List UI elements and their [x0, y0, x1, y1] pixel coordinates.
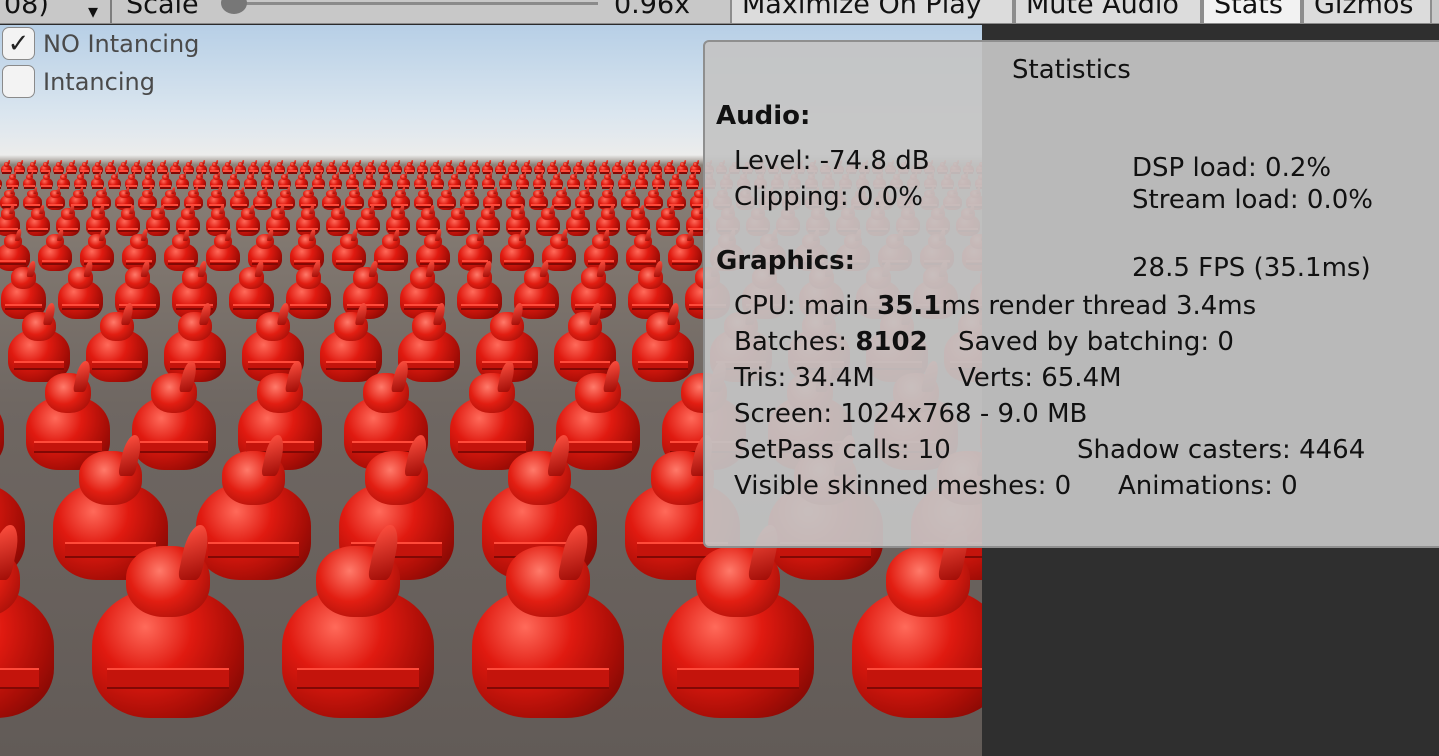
screen-stat: Screen: 1024x768 - 9.0 MB	[734, 399, 1088, 429]
cpu-stats: CPU: main 35.1ms render thread 3.4ms	[734, 293, 1256, 319]
chevron-down-icon[interactable]: ▾	[88, 0, 98, 23]
red-robot-figure	[643, 525, 833, 735]
audio-heading: Audio:	[716, 101, 811, 131]
mute-audio-button[interactable]: Mute Audio	[1014, 0, 1202, 23]
audio-level: Level: -74.8 dB	[734, 146, 930, 176]
red-robot-figure	[453, 525, 643, 735]
statistics-panel: Statistics Audio: Level: -74.8 dB Clippi…	[703, 40, 1439, 548]
red-robot-figure	[73, 525, 263, 735]
red-robot-figure	[0, 525, 73, 735]
dsp-load: DSP load: 0.2%	[1132, 153, 1332, 183]
scale-slider-handle[interactable]	[221, 0, 247, 14]
setpass-calls: SetPass calls: 10	[734, 435, 951, 465]
game-view-toolbar: 08) ▾ Scale 0.96x Maximize On Play Mute …	[0, 0, 1439, 24]
no-instancing-label: NO Intancing	[43, 29, 200, 58]
crowd-row	[0, 525, 982, 735]
batches-stat: Batches: 8102	[734, 329, 928, 355]
scale-value: 0.96x	[614, 0, 691, 20]
toolbar-divider	[110, 0, 112, 23]
graphics-heading: Graphics:	[716, 246, 856, 276]
scale-slider[interactable]	[221, 0, 598, 14]
checkmark-icon: ✓	[7, 28, 30, 59]
cpu-prefix: CPU: main	[734, 291, 878, 321]
saved-by-batching: Saved by batching: 0	[958, 327, 1234, 357]
visible-skinned-meshes: Visible skinned meshes: 0	[734, 471, 1072, 501]
resolution-dropdown[interactable]: 08)	[4, 0, 49, 23]
cpu-main-value: 35.1	[877, 291, 942, 321]
no-instancing-checkbox[interactable]: ✓	[2, 27, 35, 60]
instancing-checkbox[interactable]	[2, 65, 35, 98]
red-robot-figure	[263, 525, 453, 735]
no-instancing-toggle[interactable]: ✓ NO Intancing	[2, 27, 199, 60]
instancing-toggle[interactable]: Intancing	[2, 65, 155, 98]
verts-stat: Verts: 65.4M	[958, 363, 1122, 393]
animations-stat: Animations: 0	[1118, 471, 1298, 501]
fps-readout: 28.5 FPS (35.1ms)	[1132, 253, 1371, 283]
red-robot-figure	[833, 525, 982, 735]
shadow-casters: Shadow casters: 4464	[1077, 435, 1366, 465]
cpu-suffix: ms render thread 3.4ms	[941, 291, 1257, 321]
stream-load: Stream load: 0.0%	[1132, 185, 1373, 215]
batches-prefix: Batches:	[734, 327, 856, 357]
stats-button[interactable]: Stats	[1202, 0, 1302, 23]
gizmos-button[interactable]: Gizmos	[1302, 0, 1432, 23]
scale-label: Scale	[126, 0, 199, 20]
instancing-label: Intancing	[43, 67, 155, 96]
audio-clipping: Clipping: 0.0%	[734, 182, 923, 212]
tris-stat: Tris: 34.4M	[734, 363, 875, 393]
batches-value: 8102	[855, 327, 928, 357]
maximize-on-play-button[interactable]: Maximize On Play	[730, 0, 1014, 23]
statistics-title: Statistics	[1012, 55, 1131, 85]
